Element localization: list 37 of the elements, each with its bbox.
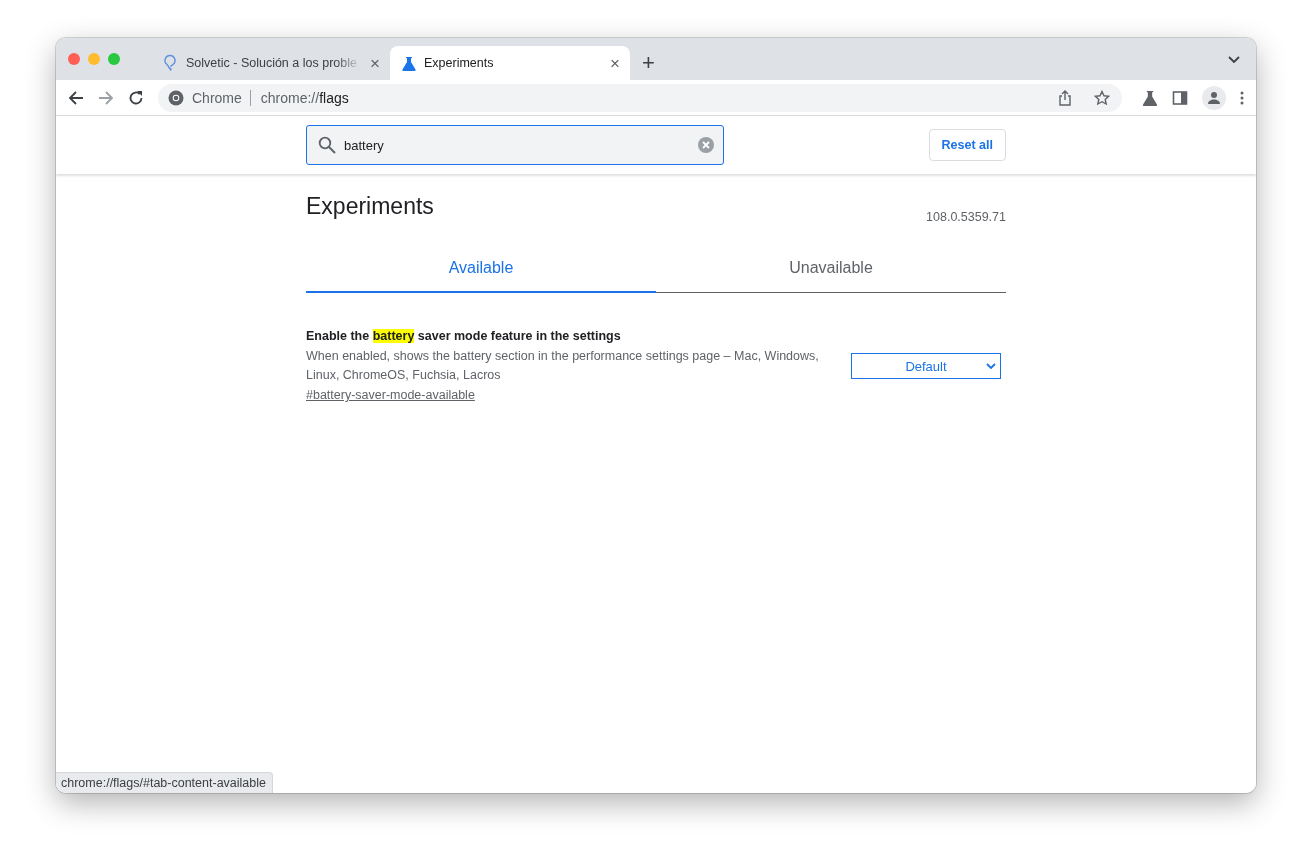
new-tab-button[interactable]: + (642, 52, 655, 74)
status-bubble: chrome://flags/#tab-content-available (56, 772, 273, 793)
site-chip: Chrome (192, 89, 251, 106)
reset-all-button[interactable]: Reset all (928, 129, 1006, 161)
page-heading: Experiments (306, 193, 434, 220)
search-input[interactable]: battery (344, 137, 689, 153)
bulb-logo-icon (162, 54, 178, 72)
address-bar[interactable]: Chrome chrome://flags (158, 83, 1122, 112)
chevron-down-icon[interactable] (1228, 56, 1240, 64)
clear-icon[interactable] (697, 136, 715, 154)
search-icon (318, 136, 336, 154)
content-tab[interactable]: Unavailable (656, 244, 1006, 293)
forward-icon[interactable] (98, 89, 114, 106)
side-panel-icon[interactable] (1172, 89, 1188, 106)
flask-icon (402, 55, 416, 71)
version-number: 108.0.5359.71 (926, 210, 1006, 224)
reload-icon[interactable] (128, 89, 144, 106)
profile-avatar-icon[interactable] (1202, 85, 1226, 110)
content-tab[interactable]: Available (306, 244, 656, 293)
more-menu-icon[interactable] (1240, 90, 1244, 105)
search-bar[interactable]: battery (306, 125, 724, 165)
experiment-description: When enabled, shows the battery section in the performance settings page – Mac, Windows, Linux, ChromeOS, Fuchsia, Lacros (306, 348, 820, 384)
browser-tab[interactable]: Experiments × (390, 46, 630, 80)
url-text: chrome://flags (260, 89, 349, 106)
tab-close-button[interactable]: × (610, 54, 620, 72)
browser-tab[interactable]: Solvetic - Solución a los proble × (150, 46, 390, 80)
tab-title: Solvetic - Solución a los proble (186, 56, 358, 70)
share-icon[interactable] (1058, 89, 1072, 106)
tab-close-button[interactable]: × (370, 54, 380, 72)
state-dropdown[interactable]: Default (851, 353, 1001, 379)
back-icon[interactable] (68, 89, 84, 106)
tab-title: Experiments (424, 56, 495, 70)
flask-icon[interactable] (1142, 89, 1158, 106)
star-icon[interactable] (1094, 89, 1110, 106)
chevron-down-icon (986, 363, 996, 370)
chrome-logo-icon (168, 89, 184, 106)
experiment-link[interactable]: #battery-saver-mode-available (306, 388, 475, 402)
